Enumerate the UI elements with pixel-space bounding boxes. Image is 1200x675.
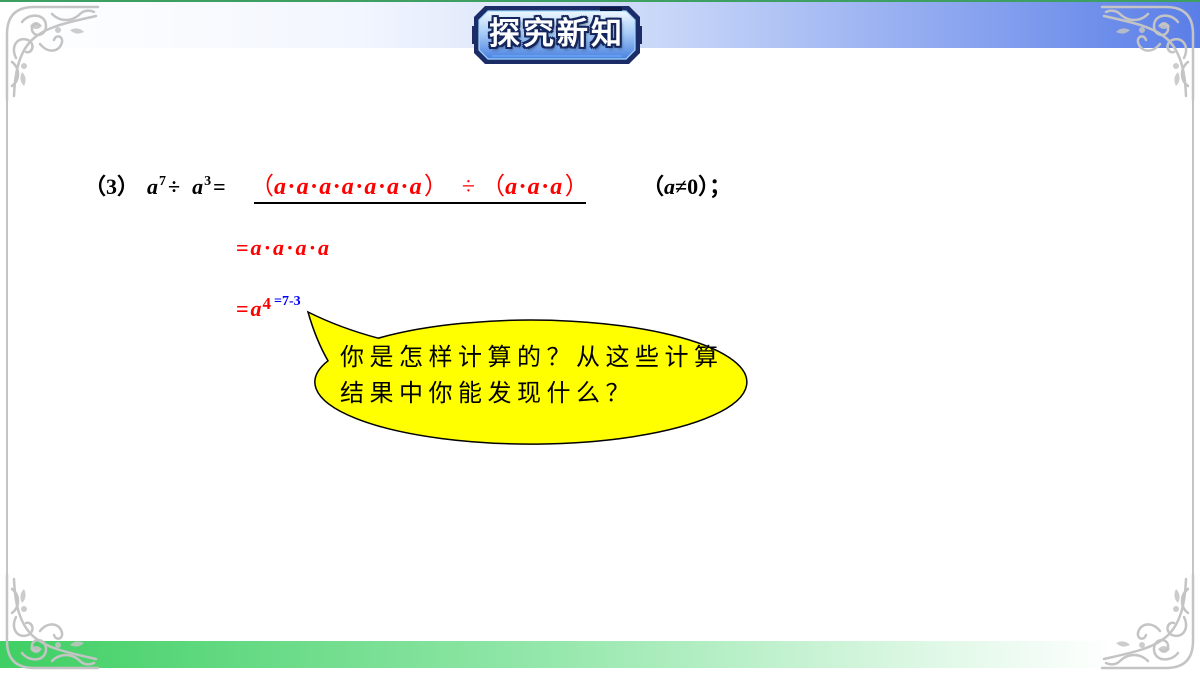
slide: 探究新知 （3） a 7 ÷ a 3 = （ a·a·a·a·a·a·a ） ÷… bbox=[0, 0, 1200, 675]
step-2-base: a bbox=[250, 296, 262, 321]
step-2: = a 4 =7-3 bbox=[236, 294, 301, 328]
answer-close-paren-2: ） bbox=[564, 172, 589, 200]
step-1-expression: a·a·a·a bbox=[250, 235, 333, 260]
answer-open-paren-2: （ bbox=[481, 172, 506, 200]
condition-rest: ≠0）； bbox=[675, 174, 732, 199]
answer-expression: （ a·a·a·a·a·a·a ） ÷ （ a·a·a ） bbox=[250, 171, 589, 202]
speech-bubble-text: 你是怎样计算的？从这些计算 结果中你能发现什么？ bbox=[340, 339, 740, 411]
dividend-base: a bbox=[147, 174, 159, 199]
condition-open-paren: （ bbox=[642, 175, 665, 200]
problem-statement: （3） a 7 ÷ a 3 = bbox=[84, 172, 226, 206]
bubble-line-1: 你是怎样计算的？从这些计算 bbox=[340, 343, 724, 371]
problem-number: （3） bbox=[84, 174, 140, 199]
answer-divide-sign: ÷ bbox=[461, 174, 476, 200]
step-1-equals: = bbox=[236, 235, 249, 260]
answer-underline bbox=[254, 202, 586, 204]
equals-sign: = bbox=[213, 174, 226, 199]
step-1: = a·a·a·a bbox=[236, 233, 332, 263]
divide-sign: ÷ bbox=[168, 174, 181, 199]
step-2-exponent: 4 bbox=[262, 294, 272, 313]
step-2-exponent-note: =7-3 bbox=[274, 294, 301, 309]
dividend-exponent: 7 bbox=[159, 174, 167, 189]
answer-close-paren-1: ） bbox=[423, 172, 448, 200]
divisor-exponent: 3 bbox=[204, 174, 212, 189]
divisor-base: a bbox=[192, 174, 204, 199]
answer-product-3: a·a·a bbox=[505, 174, 565, 200]
slide-title: 探究新知 bbox=[489, 16, 625, 52]
title-badge: 探究新知 bbox=[472, 4, 642, 66]
step-2-equals: = bbox=[236, 296, 249, 321]
bottom-band bbox=[0, 641, 1200, 668]
top-edge-line bbox=[0, 0, 1200, 2]
condition: （ a ≠0）； bbox=[642, 172, 731, 203]
condition-variable: a bbox=[664, 174, 676, 199]
answer-product-7: a·a·a·a·a·a·a bbox=[274, 174, 424, 200]
bubble-line-2: 结果中你能发现什么？ bbox=[340, 379, 635, 407]
answer-open-paren-1: （ bbox=[250, 172, 274, 200]
slide-background bbox=[0, 0, 1200, 670]
